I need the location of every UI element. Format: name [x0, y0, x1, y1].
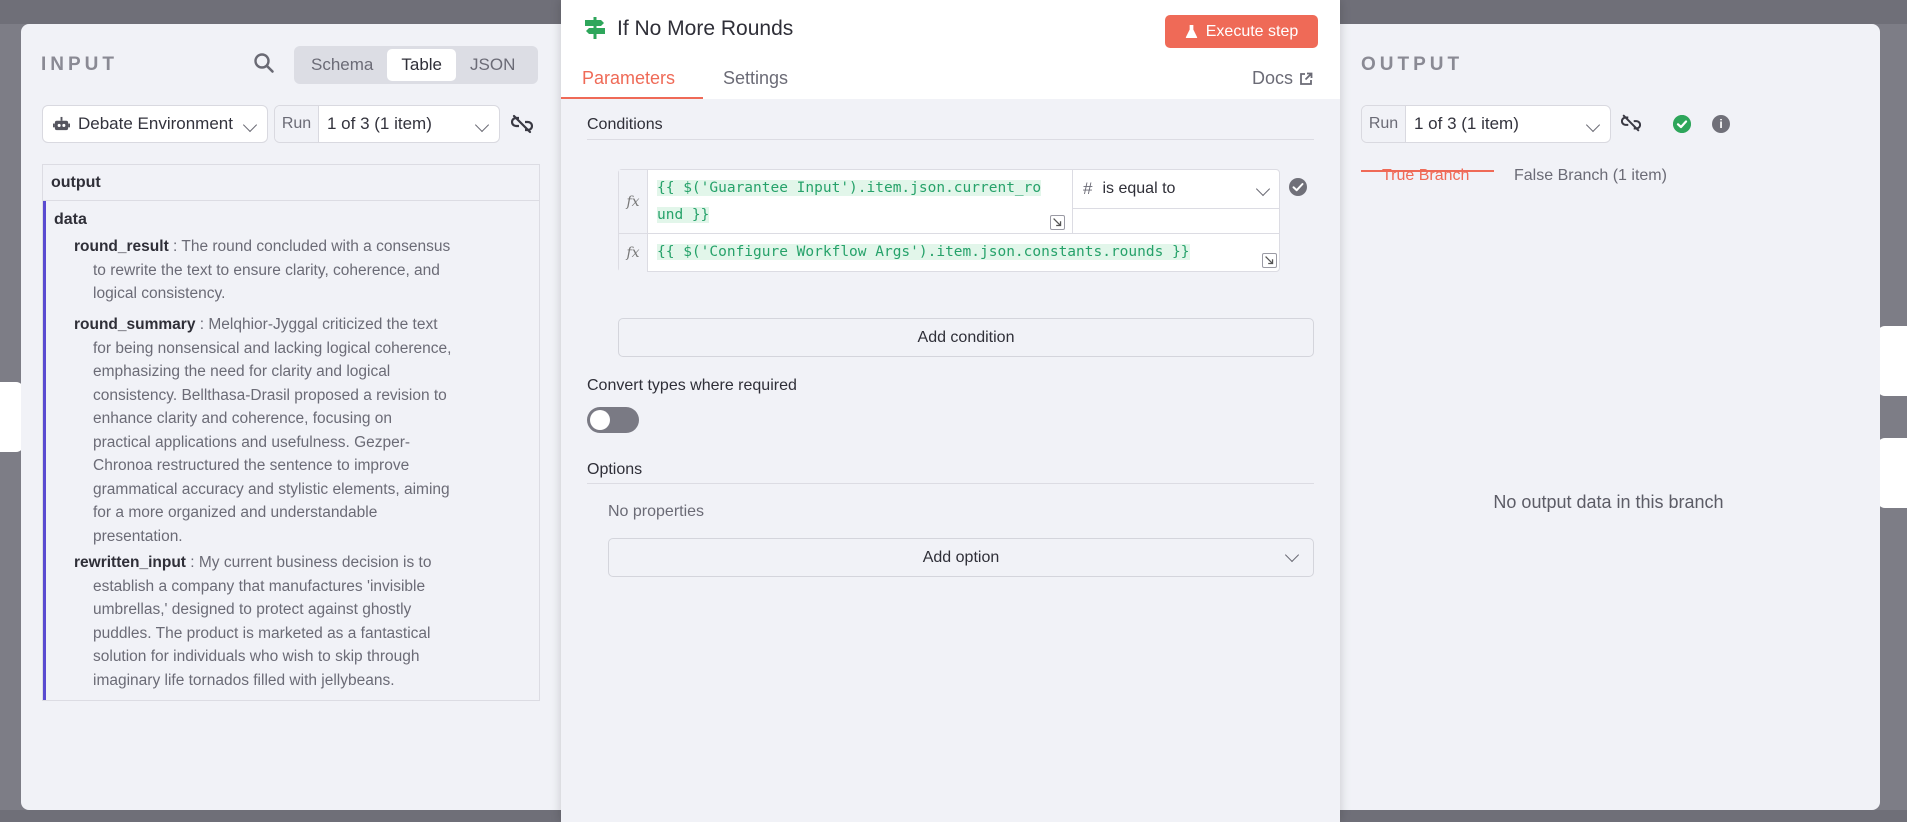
chevron-down-icon — [1284, 547, 1300, 563]
execute-step-button[interactable]: Execute step — [1165, 15, 1318, 48]
expression-line: {{ $('Configure Workflow Args').item.jso… — [657, 244, 1190, 260]
output-run-selector[interactable]: Run 1 of 3 (1 item) — [1361, 105, 1611, 143]
tab-settings[interactable]: Settings — [723, 68, 788, 89]
table-body: data round_result : The round concluded … — [43, 201, 539, 700]
right-edge-handle-top[interactable] — [1877, 326, 1907, 396]
node-title[interactable]: If No More Rounds — [617, 17, 793, 41]
operator-spacer — [1072, 208, 1280, 233]
entry-value-line: practical applications and usefulness. G… — [93, 433, 411, 451]
entry-key: round_summary — [74, 316, 196, 333]
external-link-icon — [1300, 72, 1313, 85]
view-tab-schema[interactable]: Schema — [297, 49, 387, 81]
flask-icon — [1185, 25, 1197, 38]
right-value-expression[interactable]: {{ $('Configure Workflow Args').item.jso… — [657, 239, 1257, 266]
node-parameters-panel: If No More Rounds Execute step Parameter… — [561, 0, 1340, 822]
unlink-icon[interactable] — [511, 113, 533, 135]
empty-branch-message: No output data in this branch — [1493, 492, 1724, 512]
conditions-title: Conditions — [587, 116, 663, 133]
divider — [587, 139, 1314, 140]
source-node-label: Debate Environment — [78, 114, 233, 133]
expand-editor-icon[interactable] — [1262, 253, 1277, 268]
entry-value-line: establish a company that manufactures 'i… — [93, 577, 426, 595]
input-data-table: output data round_result : The round con… — [42, 164, 540, 701]
expression-line: {{ $('Guarantee Input').item.json.curren… — [657, 180, 1042, 196]
input-panel-title: INPUT — [41, 54, 118, 75]
output-run-label: Run — [1362, 106, 1406, 142]
entry-value-line: solution for individuals who wish to ski… — [93, 648, 420, 665]
signpost-icon — [585, 17, 605, 39]
docs-label: Docs — [1252, 68, 1294, 88]
entry-value-line: puddles. The product is marketed as a fa… — [93, 624, 431, 642]
options-title: Options — [587, 461, 643, 478]
view-mode-switch: Schema Table JSON — [294, 46, 538, 84]
entry-value-line: imaginary life tornados filled with jell… — [93, 671, 395, 689]
expand-editor-icon[interactable] — [1050, 215, 1065, 230]
expression-line: und }} — [657, 207, 710, 223]
entry-round-summary: round_summary : Melqhior-Jyggal criticiz… — [74, 313, 484, 548]
output-panel-title: OUTPUT — [1361, 54, 1464, 75]
entry-value-line: presentation. — [93, 527, 183, 545]
source-node-select[interactable]: Debate Environment — [42, 105, 268, 143]
data-group-key: data — [54, 211, 87, 228]
input-run-select[interactable]: 1 of 3 (1 item) — [319, 106, 499, 142]
entry-value-line: My current business decision is to — [198, 554, 432, 571]
tab-false-branch[interactable]: False Branch (1 item) — [1514, 167, 1667, 185]
tab-parameters[interactable]: Parameters — [582, 68, 675, 89]
entry-value-line: consistency. Bellthasa-Drasil proposed a… — [93, 386, 447, 404]
info-icon[interactable]: i — [1712, 115, 1730, 133]
parameters-body: Conditions fx {{ $('Guarantee Input').it… — [561, 99, 1340, 822]
row-divider — [619, 233, 1279, 234]
entry-rewritten-input: rewritten_input : My current business de… — [74, 551, 484, 692]
convert-types-label: Convert types where required — [587, 377, 797, 394]
entry-value-line: logical consistency. — [93, 285, 226, 302]
add-option-button[interactable]: Add option — [608, 538, 1314, 577]
chevron-down-icon — [242, 117, 258, 133]
entry-value-line: The round concluded with a consensus — [181, 238, 451, 255]
entry-key: round_result — [74, 238, 169, 255]
operator-label: is equal to — [1102, 180, 1176, 197]
robot-icon — [53, 116, 70, 130]
input-run-selector[interactable]: Run 1 of 3 (1 item) — [274, 105, 500, 143]
entry-value-line: for being nonsensical and lacking logica… — [93, 339, 452, 357]
true-branch-underline — [1361, 170, 1494, 172]
operator-select[interactable]: # is equal to — [1072, 170, 1280, 208]
view-tab-json[interactable]: JSON — [456, 49, 529, 81]
input-run-value: 1 of 3 (1 item) — [327, 114, 432, 133]
entry-value-line: grammatical accuracy and stylistic eleme… — [93, 480, 450, 498]
divider — [587, 483, 1314, 484]
entry-value-line: Chronoa restructured the sentence to imp… — [93, 457, 410, 474]
add-option-label: Add option — [922, 548, 1000, 566]
input-run-label: Run — [275, 106, 319, 142]
add-condition-button[interactable]: Add condition — [618, 318, 1314, 357]
entry-value-line: to rewrite the text to ensure clarity, c… — [93, 261, 440, 279]
entry-value-line: emphasizing the need for clarity and log… — [93, 363, 391, 380]
convert-types-toggle[interactable] — [587, 407, 639, 433]
entry-value-line: umbrellas,' designed to protect against … — [93, 601, 412, 618]
execute-step-label: Execute step — [1205, 22, 1299, 40]
unlink-icon[interactable] — [1621, 113, 1641, 133]
success-check-icon — [1673, 115, 1691, 133]
left-value-expression[interactable]: {{ $('Guarantee Input').item.json.curren… — [657, 175, 1067, 229]
output-run-value: 1 of 3 (1 item) — [1414, 114, 1519, 133]
search-icon[interactable] — [253, 52, 275, 74]
chevron-down-icon — [474, 117, 490, 133]
chevron-down-icon — [1585, 117, 1601, 133]
table-column-header: output — [43, 165, 539, 201]
docs-link[interactable]: Docs — [1252, 68, 1313, 89]
no-properties-label: No properties — [608, 503, 705, 520]
fx-label: fx — [619, 234, 648, 272]
output-run-select[interactable]: 1 of 3 (1 item) — [1406, 106, 1610, 142]
number-type-icon: # — [1083, 179, 1093, 198]
view-tab-table[interactable]: Table — [387, 49, 457, 81]
fx-label: fx — [619, 170, 648, 233]
entry-round-result: round_result : The round concluded with … — [74, 235, 484, 306]
entry-value-line: for a more organized and understandable — [93, 504, 378, 521]
chevron-down-icon — [1255, 181, 1271, 197]
condition-valid-icon — [1289, 178, 1307, 196]
entry-value-line: Melqhior-Jyggal criticized the text — [208, 316, 438, 333]
condition-row: fx {{ $('Guarantee Input').item.json.cur… — [618, 169, 1280, 272]
right-edge-handle-bottom[interactable] — [1877, 438, 1907, 508]
entry-value-line: enhance clarity and coherence, focusing … — [93, 410, 393, 427]
entry-key: rewritten_input — [74, 554, 186, 571]
